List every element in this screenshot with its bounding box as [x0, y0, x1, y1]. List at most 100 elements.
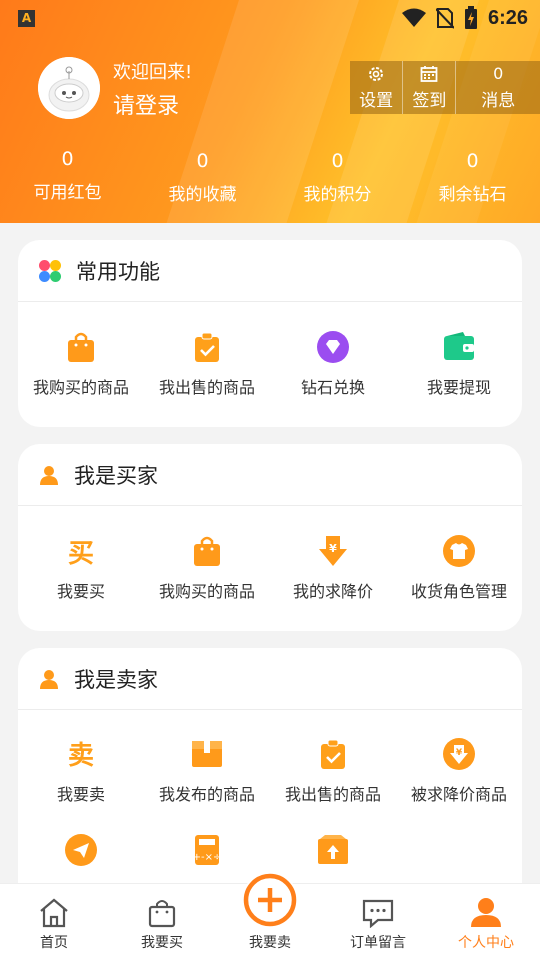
bottom-tab-bar: 首页 我要买 我要卖 订单留言 个人中心: [0, 872, 540, 960]
diamond-icon: [317, 331, 349, 363]
status-bar: A 6:26: [0, 0, 540, 36]
sell-center-button[interactable]: [242, 872, 298, 928]
buy-char-icon: 买: [67, 538, 94, 569]
stat-points[interactable]: 0 我的积分: [270, 150, 405, 205]
user-icon: [471, 898, 501, 927]
card-header: 常用功能: [18, 240, 522, 302]
calculator-icon: +-×÷: [194, 835, 220, 865]
box-icon: [192, 740, 222, 767]
buyer-item-purchased[interactable]: 我购买的商品: [144, 516, 270, 621]
settings-label: 设置: [359, 90, 394, 111]
card-title: 我是买家: [74, 463, 158, 488]
shopping-bag-icon: [68, 332, 94, 362]
login-link[interactable]: 请登录: [113, 88, 179, 120]
buyer-item-buy[interactable]: 买 我要买: [18, 516, 144, 621]
item-label: 我要提现: [426, 378, 491, 397]
stat-value: 0: [331, 150, 344, 172]
card-header: 我是买家: [18, 444, 522, 506]
buyer-item-price-requests[interactable]: ¥ 我的求降价: [270, 516, 396, 621]
stat-label: 可用红包: [33, 183, 102, 203]
item-label: 我出售的商品: [284, 784, 381, 804]
seller-item-published[interactable]: 我发布的商品: [144, 718, 270, 823]
seller-item-price-requested[interactable]: ¥ 被求降价商品: [396, 718, 522, 823]
shopping-bag-icon: [194, 536, 220, 566]
sell-char-icon: 卖: [67, 741, 94, 771]
item-label: 我的求降价: [292, 582, 373, 601]
stat-value: 0: [61, 148, 74, 170]
tab-profile[interactable]: 个人中心: [432, 884, 540, 960]
tab-home[interactable]: 首页: [0, 884, 108, 960]
apps-icon: [39, 259, 61, 282]
tab-sell[interactable]: 我要卖: [216, 872, 324, 960]
stat-value: 0: [466, 150, 479, 172]
tab-label: 个人中心: [458, 935, 514, 951]
card-title: 常用功能: [76, 259, 160, 284]
welcome-text: 欢迎回来!: [113, 62, 193, 83]
item-label: 我要买: [56, 582, 105, 601]
stat-diamonds[interactable]: 0 剩余钻石: [405, 150, 540, 205]
seller-item-sell[interactable]: 卖 我要卖: [18, 718, 144, 823]
sold-bag-icon: [195, 332, 219, 362]
home-icon: [40, 898, 68, 928]
stat-label: 我的收藏: [168, 185, 237, 205]
battery-charging-icon: [464, 6, 477, 29]
price-down-icon: ¥: [319, 536, 347, 566]
item-label: 我要卖: [56, 784, 105, 804]
checkin-label: 签到: [412, 90, 447, 111]
price-down-circle-icon: ¥: [443, 737, 475, 770]
messages-label: 消息: [481, 91, 516, 111]
user-icon: [40, 465, 58, 485]
stat-red-packets[interactable]: 0 可用红包: [0, 148, 135, 205]
robot-avatar-icon: [38, 57, 100, 119]
message-count: 0: [493, 64, 504, 83]
item-label: 我购买的商品: [158, 582, 255, 601]
gear-icon: [369, 66, 384, 81]
app-notification-icon: A: [18, 10, 35, 27]
sold-bag-icon: [321, 739, 345, 769]
buyer-item-receiving-roles[interactable]: 收货角色管理: [396, 516, 522, 621]
item-label: 我出售的商品: [158, 378, 255, 397]
svg-text:+-×÷: +-×÷: [194, 852, 220, 863]
wallet-icon: [444, 332, 474, 360]
item-label: 被求降价商品: [410, 784, 507, 804]
tab-buy[interactable]: 我要买: [108, 884, 216, 960]
avatar[interactable]: [38, 57, 100, 119]
buyer-card: 我是买家 买 我要买 我购买的商品 ¥ 我的求降价 收货角色管理: [18, 444, 522, 631]
card-header: 我是卖家: [18, 648, 522, 710]
upload-box-icon: [318, 835, 348, 864]
status-time: 6:26: [487, 6, 528, 29]
checkin-button[interactable]: 签到: [403, 61, 457, 114]
svg-text:¥: ¥: [329, 542, 337, 555]
message-icon: [362, 899, 394, 928]
card-title: 我是卖家: [74, 667, 158, 692]
item-label: 我购买的商品: [32, 378, 129, 397]
no-sim-icon: [435, 8, 454, 29]
stat-favorites[interactable]: 0 我的收藏: [135, 150, 270, 205]
stat-label: 剩余钻石: [438, 185, 507, 205]
item-label: 钻石兑换: [300, 378, 365, 397]
tab-label: 我要卖: [249, 935, 291, 951]
stat-label: 我的积分: [303, 185, 372, 205]
tab-label: 首页: [40, 935, 68, 951]
plus-circle-icon: [243, 873, 297, 927]
item-label: 收货角色管理: [410, 582, 507, 601]
user-icon: [40, 669, 58, 689]
common-item-purchased[interactable]: 我购买的商品: [18, 312, 144, 417]
settings-button[interactable]: 设置: [350, 61, 404, 114]
common-item-withdraw[interactable]: 我要提现: [396, 312, 522, 417]
stat-value: 0: [196, 150, 209, 172]
messages-button[interactable]: 0 消息: [456, 61, 540, 114]
tab-label: 我要买: [141, 935, 183, 951]
seller-item-sold[interactable]: 我出售的商品: [270, 718, 396, 823]
stats-row: 0 可用红包 0 我的收藏 0 我的积分 0 剩余钻石: [0, 148, 540, 205]
calendar-icon: [420, 65, 438, 82]
bag-icon: [148, 900, 176, 928]
common-item-sold[interactable]: 我出售的商品: [144, 312, 270, 417]
paper-plane-icon: [65, 834, 97, 866]
common-item-diamond-exchange[interactable]: 钻石兑换: [270, 312, 396, 417]
common-functions-card: 常用功能 我购买的商品 我出售的商品 钻石兑换 我要提现: [18, 240, 522, 427]
tab-order-messages[interactable]: 订单留言: [324, 884, 432, 960]
shirt-icon: [443, 535, 475, 567]
header-actions: 设置 签到 0 消息: [350, 61, 540, 114]
tab-label: 订单留言: [350, 935, 406, 951]
